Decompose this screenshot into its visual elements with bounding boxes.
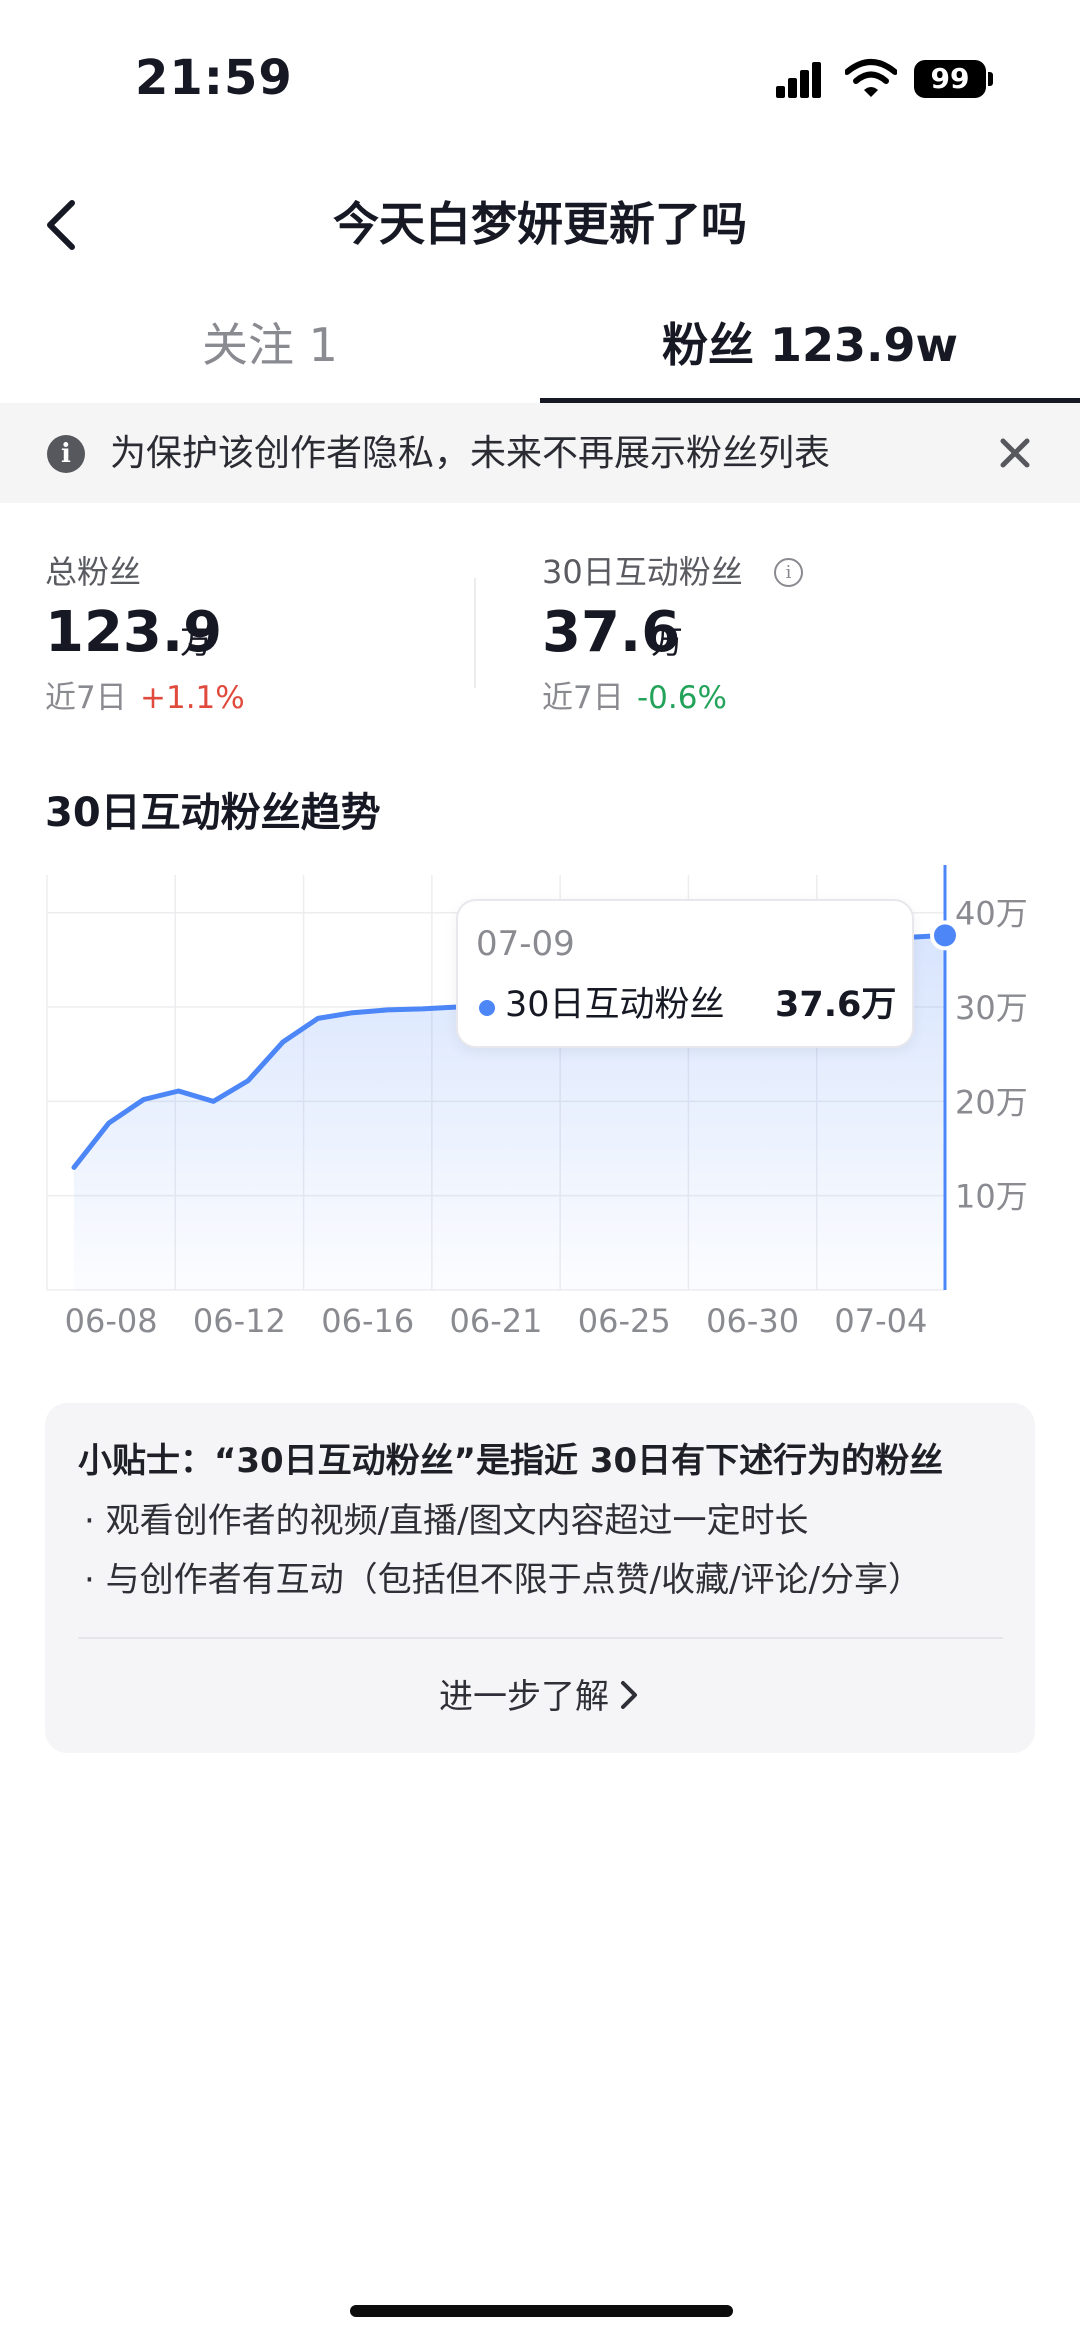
total-fans-change: +1.1% <box>140 680 245 716</box>
wifi-icon <box>845 59 897 97</box>
learn-more-link[interactable]: 进一步了解 <box>0 1672 1080 1722</box>
x-axis-tick-label: 06-08 <box>65 1302 158 1340</box>
battery-icon: 99 <box>914 60 986 98</box>
tooltip-series-dot <box>479 1000 495 1016</box>
privacy-notice-text: 为保护该创作者隐私，未来不再展示粉丝列表 <box>110 433 831 474</box>
battery-tip <box>988 72 993 86</box>
tips-divider <box>78 1637 1003 1639</box>
x-axis-tick-label: 06-25 <box>578 1302 671 1340</box>
tab-fans[interactable]: 粉丝 123.9w <box>540 310 1080 390</box>
status-time: 21:59 <box>135 50 293 106</box>
active-fans-unit: 万 <box>651 623 684 661</box>
tips-item: · 观看创作者的视频/直播/图文内容超过一定时长 <box>84 1501 809 1541</box>
tips-title: 小贴士：“30日互动粉丝”是指近 30日有下述行为的粉丝 <box>78 1441 944 1481</box>
info-icon: i <box>47 435 85 473</box>
home-indicator <box>350 2305 733 2317</box>
chart-title: 30日互动粉丝趋势 <box>45 790 381 836</box>
active-fans-change: -0.6% <box>637 680 727 716</box>
x-axis-tick-label: 06-30 <box>706 1302 799 1340</box>
y-axis-tick-label: 10万 <box>955 1178 1028 1216</box>
total-fans-period: 近7日 <box>45 680 127 716</box>
tips-item: · 与创作者有互动（包括但不限于点赞/收藏/评论/分享） <box>84 1560 922 1600</box>
total-fans-label: 总粉丝 <box>45 553 142 591</box>
tooltip-series-name: 30日互动粉丝 <box>505 985 725 1025</box>
y-axis-tick-label: 40万 <box>955 895 1028 933</box>
active-fans-label: 30日互动粉丝 <box>542 553 743 591</box>
y-axis-tick-label: 30万 <box>955 989 1028 1027</box>
y-axis-tick-label: 20万 <box>955 1083 1028 1121</box>
learn-more-label: 进一步了解 <box>439 1677 609 1717</box>
page-title: 今天白梦妍更新了吗 <box>333 197 747 251</box>
active-fans-period: 近7日 <box>542 680 624 716</box>
tooltip-value: 37.6万 <box>775 985 897 1025</box>
x-axis-tick-label: 07-04 <box>834 1302 927 1340</box>
chart-highlight-point <box>934 924 956 947</box>
x-axis-tick-label: 06-16 <box>321 1302 414 1340</box>
x-axis-tick-label: 06-12 <box>193 1302 286 1340</box>
stats-divider <box>474 578 476 688</box>
x-axis-tick-label: 06-21 <box>450 1302 543 1340</box>
help-info-icon[interactable]: i <box>774 558 803 587</box>
total-fans-unit: 万 <box>180 623 213 661</box>
tooltip-date: 07-09 <box>476 924 575 964</box>
tab-following[interactable]: 关注 1 <box>0 310 540 390</box>
close-icon[interactable] <box>995 433 1035 473</box>
chevron-right-icon <box>621 1681 637 1709</box>
cellular-signal-icon <box>776 62 822 98</box>
